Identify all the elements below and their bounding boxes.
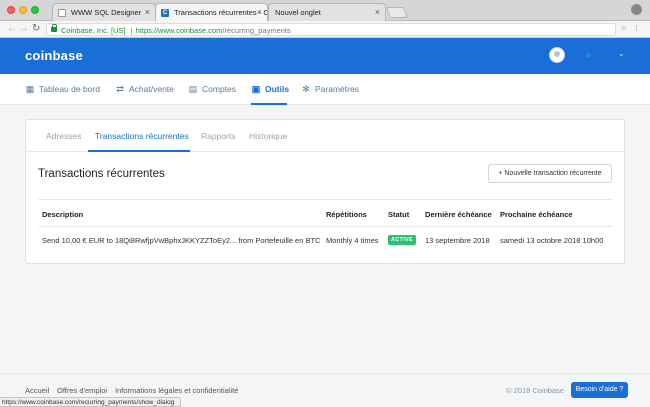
back-arrow-icon[interactable]: ← bbox=[7, 23, 17, 34]
browser-tab-sql-designer[interactable]: WWW SQL Designer × bbox=[52, 3, 156, 21]
divider bbox=[38, 199, 612, 200]
tab-history[interactable]: Historique bbox=[249, 131, 287, 141]
briefcase-icon: ▣ bbox=[251, 84, 261, 94]
column-header-last: Dernière échéance bbox=[425, 210, 492, 219]
column-header-description: Description bbox=[42, 210, 84, 219]
browser-tab-new[interactable]: Nouvel onglet × bbox=[268, 3, 386, 21]
url-separator: | bbox=[130, 26, 133, 35]
tab-close-icon[interactable]: × bbox=[145, 7, 150, 17]
window-minimize-button[interactable] bbox=[19, 6, 27, 14]
nav-item-tools[interactable]: ▣ Outils bbox=[251, 84, 289, 94]
status-bar-url: https://www.coinbase.com/recurring_payme… bbox=[0, 397, 182, 407]
footer-link-jobs[interactable]: Offres d'emploi bbox=[57, 386, 107, 395]
profile-icon[interactable] bbox=[631, 4, 642, 15]
main-nav: ▦ Tableau de bord ⇄ Achat/vente ▤ Compte… bbox=[0, 74, 650, 105]
tab-title: Transactions récurrentes - Coi bbox=[174, 8, 268, 17]
tab-recurring[interactable]: Transactions récurrentes bbox=[95, 131, 189, 141]
gear-icon: ✻ bbox=[302, 84, 310, 94]
coinbase-logo[interactable]: coinbase bbox=[25, 48, 83, 63]
forward-arrow-icon[interactable]: → bbox=[19, 23, 29, 34]
tab-addresses[interactable]: Adresses bbox=[46, 131, 81, 141]
extensions-icon[interactable]: ☆ ⋮ bbox=[621, 24, 642, 32]
site-header: coinbase ⌄ bbox=[0, 38, 650, 74]
column-header-next: Prochaine échéance bbox=[500, 210, 573, 219]
new-recurring-button[interactable]: + Nouvelle transaction récurrente bbox=[488, 164, 612, 183]
window-close-button[interactable] bbox=[7, 6, 15, 14]
footer-link-legal[interactable]: Informations légales et confidentialité bbox=[115, 386, 238, 395]
cell-next-due: samedi 13 octobre 2018 10h00 bbox=[500, 236, 604, 245]
active-nav-indicator bbox=[251, 103, 287, 105]
panel-tabs: Adresses Transactions récurrentes Rappor… bbox=[26, 120, 624, 152]
reload-icon[interactable]: ↻ bbox=[32, 23, 40, 34]
footer-divider bbox=[0, 373, 650, 374]
nav-item-settings[interactable]: ✻ Paramètres bbox=[301, 84, 359, 94]
nav-item-label: Tableau de bord bbox=[39, 84, 100, 94]
nav-item-dashboard[interactable]: ▦ Tableau de bord bbox=[25, 84, 100, 94]
url-main: https://www.coinbase.com bbox=[135, 26, 223, 35]
footer-link-home[interactable]: Accueil bbox=[25, 386, 49, 395]
tab-title: Nouvel onglet bbox=[275, 8, 321, 17]
avatar[interactable] bbox=[549, 47, 565, 63]
column-header-status: Statut bbox=[388, 210, 410, 219]
cell-repetitions: Monthly 4 times bbox=[326, 236, 379, 245]
recurring-panel: Adresses Transactions récurrentes Rappor… bbox=[25, 119, 625, 264]
cell-description[interactable]: Send 10,00 € EUR to 18Qi8RwfjpVwBphxJKKY… bbox=[42, 236, 320, 245]
header-divider bbox=[38, 226, 612, 227]
page-title: Transactions récurrentes bbox=[38, 168, 165, 180]
nav-item-label: Outils bbox=[265, 84, 290, 94]
url-input[interactable]: Coinbase, Inc. [US] | https://www.coinbas… bbox=[46, 23, 616, 36]
swap-icon: ⇄ bbox=[116, 84, 124, 94]
new-tab-button[interactable] bbox=[385, 7, 409, 18]
column-header-repetitions: Répétitions bbox=[326, 210, 367, 219]
tab-reports[interactable]: Rapports bbox=[201, 131, 236, 141]
browser-tab-recurring[interactable]: C Transactions récurrentes - Coi × bbox=[155, 3, 268, 22]
chevron-down-icon[interactable]: ⌄ bbox=[618, 49, 625, 58]
nav-item-label: Paramètres bbox=[315, 84, 359, 94]
cell-last-due: 13 septembre 2018 bbox=[425, 236, 490, 245]
coinbase-icon: C bbox=[161, 9, 169, 17]
nav-item-label: Achat/vente bbox=[129, 84, 174, 94]
tab-title: WWW SQL Designer bbox=[71, 8, 142, 17]
window-zoom-button[interactable] bbox=[31, 6, 39, 14]
tab-close-icon[interactable]: × bbox=[257, 7, 262, 17]
secure-label: Coinbase, Inc. [US] bbox=[61, 26, 126, 35]
nav-item-label: Comptes bbox=[202, 84, 237, 94]
page-icon bbox=[58, 9, 66, 17]
active-tab-indicator bbox=[88, 150, 190, 152]
browser-tab-bar: WWW SQL Designer × C Transactions récurr… bbox=[0, 0, 650, 22]
lock-icon bbox=[51, 24, 57, 32]
wallet-icon: ▤ bbox=[188, 84, 198, 94]
dashboard-icon: ▦ bbox=[25, 84, 35, 94]
url-path: /recurring_payments bbox=[222, 26, 291, 35]
status-badge: ACTIVE bbox=[388, 235, 416, 245]
nav-item-buy-sell[interactable]: ⇄ Achat/vente bbox=[115, 84, 174, 94]
address-bar: ← → ↻ Coinbase, Inc. [US] | https://www.c… bbox=[0, 21, 650, 38]
copyright: © 2018 Coinbase bbox=[506, 386, 565, 395]
nav-item-accounts[interactable]: ▤ Comptes bbox=[188, 84, 236, 94]
user-menu-dot[interactable] bbox=[586, 53, 591, 58]
help-button[interactable]: Besoin d'aide ? bbox=[571, 382, 628, 398]
tab-close-icon[interactable]: × bbox=[375, 7, 380, 17]
